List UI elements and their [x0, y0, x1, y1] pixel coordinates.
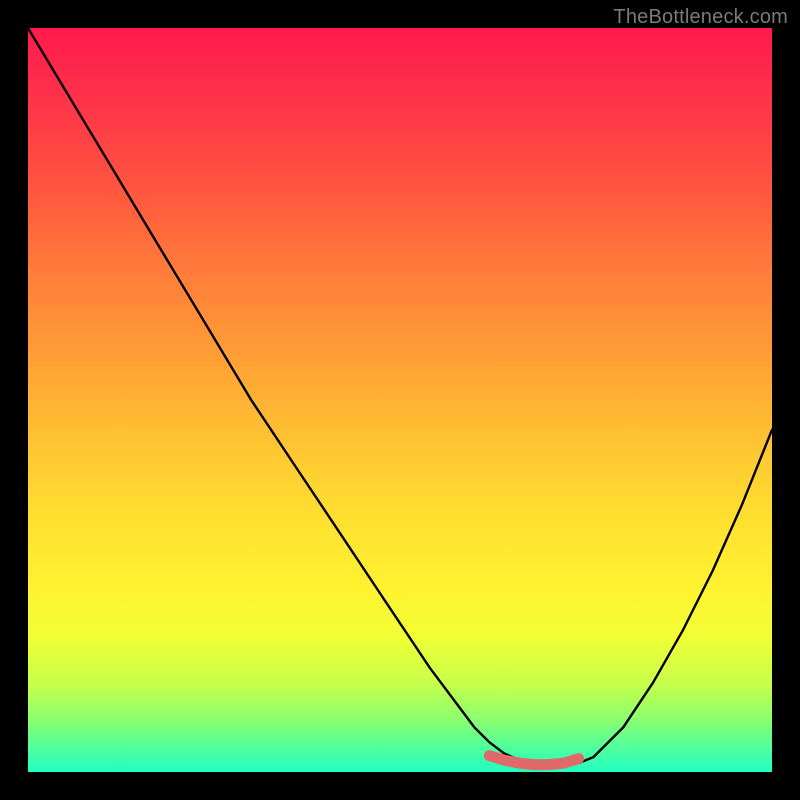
plot-area — [28, 28, 772, 772]
optimal-zone-path — [489, 756, 578, 765]
bottleneck-curve-path — [28, 28, 772, 765]
chart-canvas: TheBottleneck.com — [0, 0, 800, 800]
watermark-text: TheBottleneck.com — [613, 6, 788, 29]
chart-svg — [28, 28, 772, 772]
